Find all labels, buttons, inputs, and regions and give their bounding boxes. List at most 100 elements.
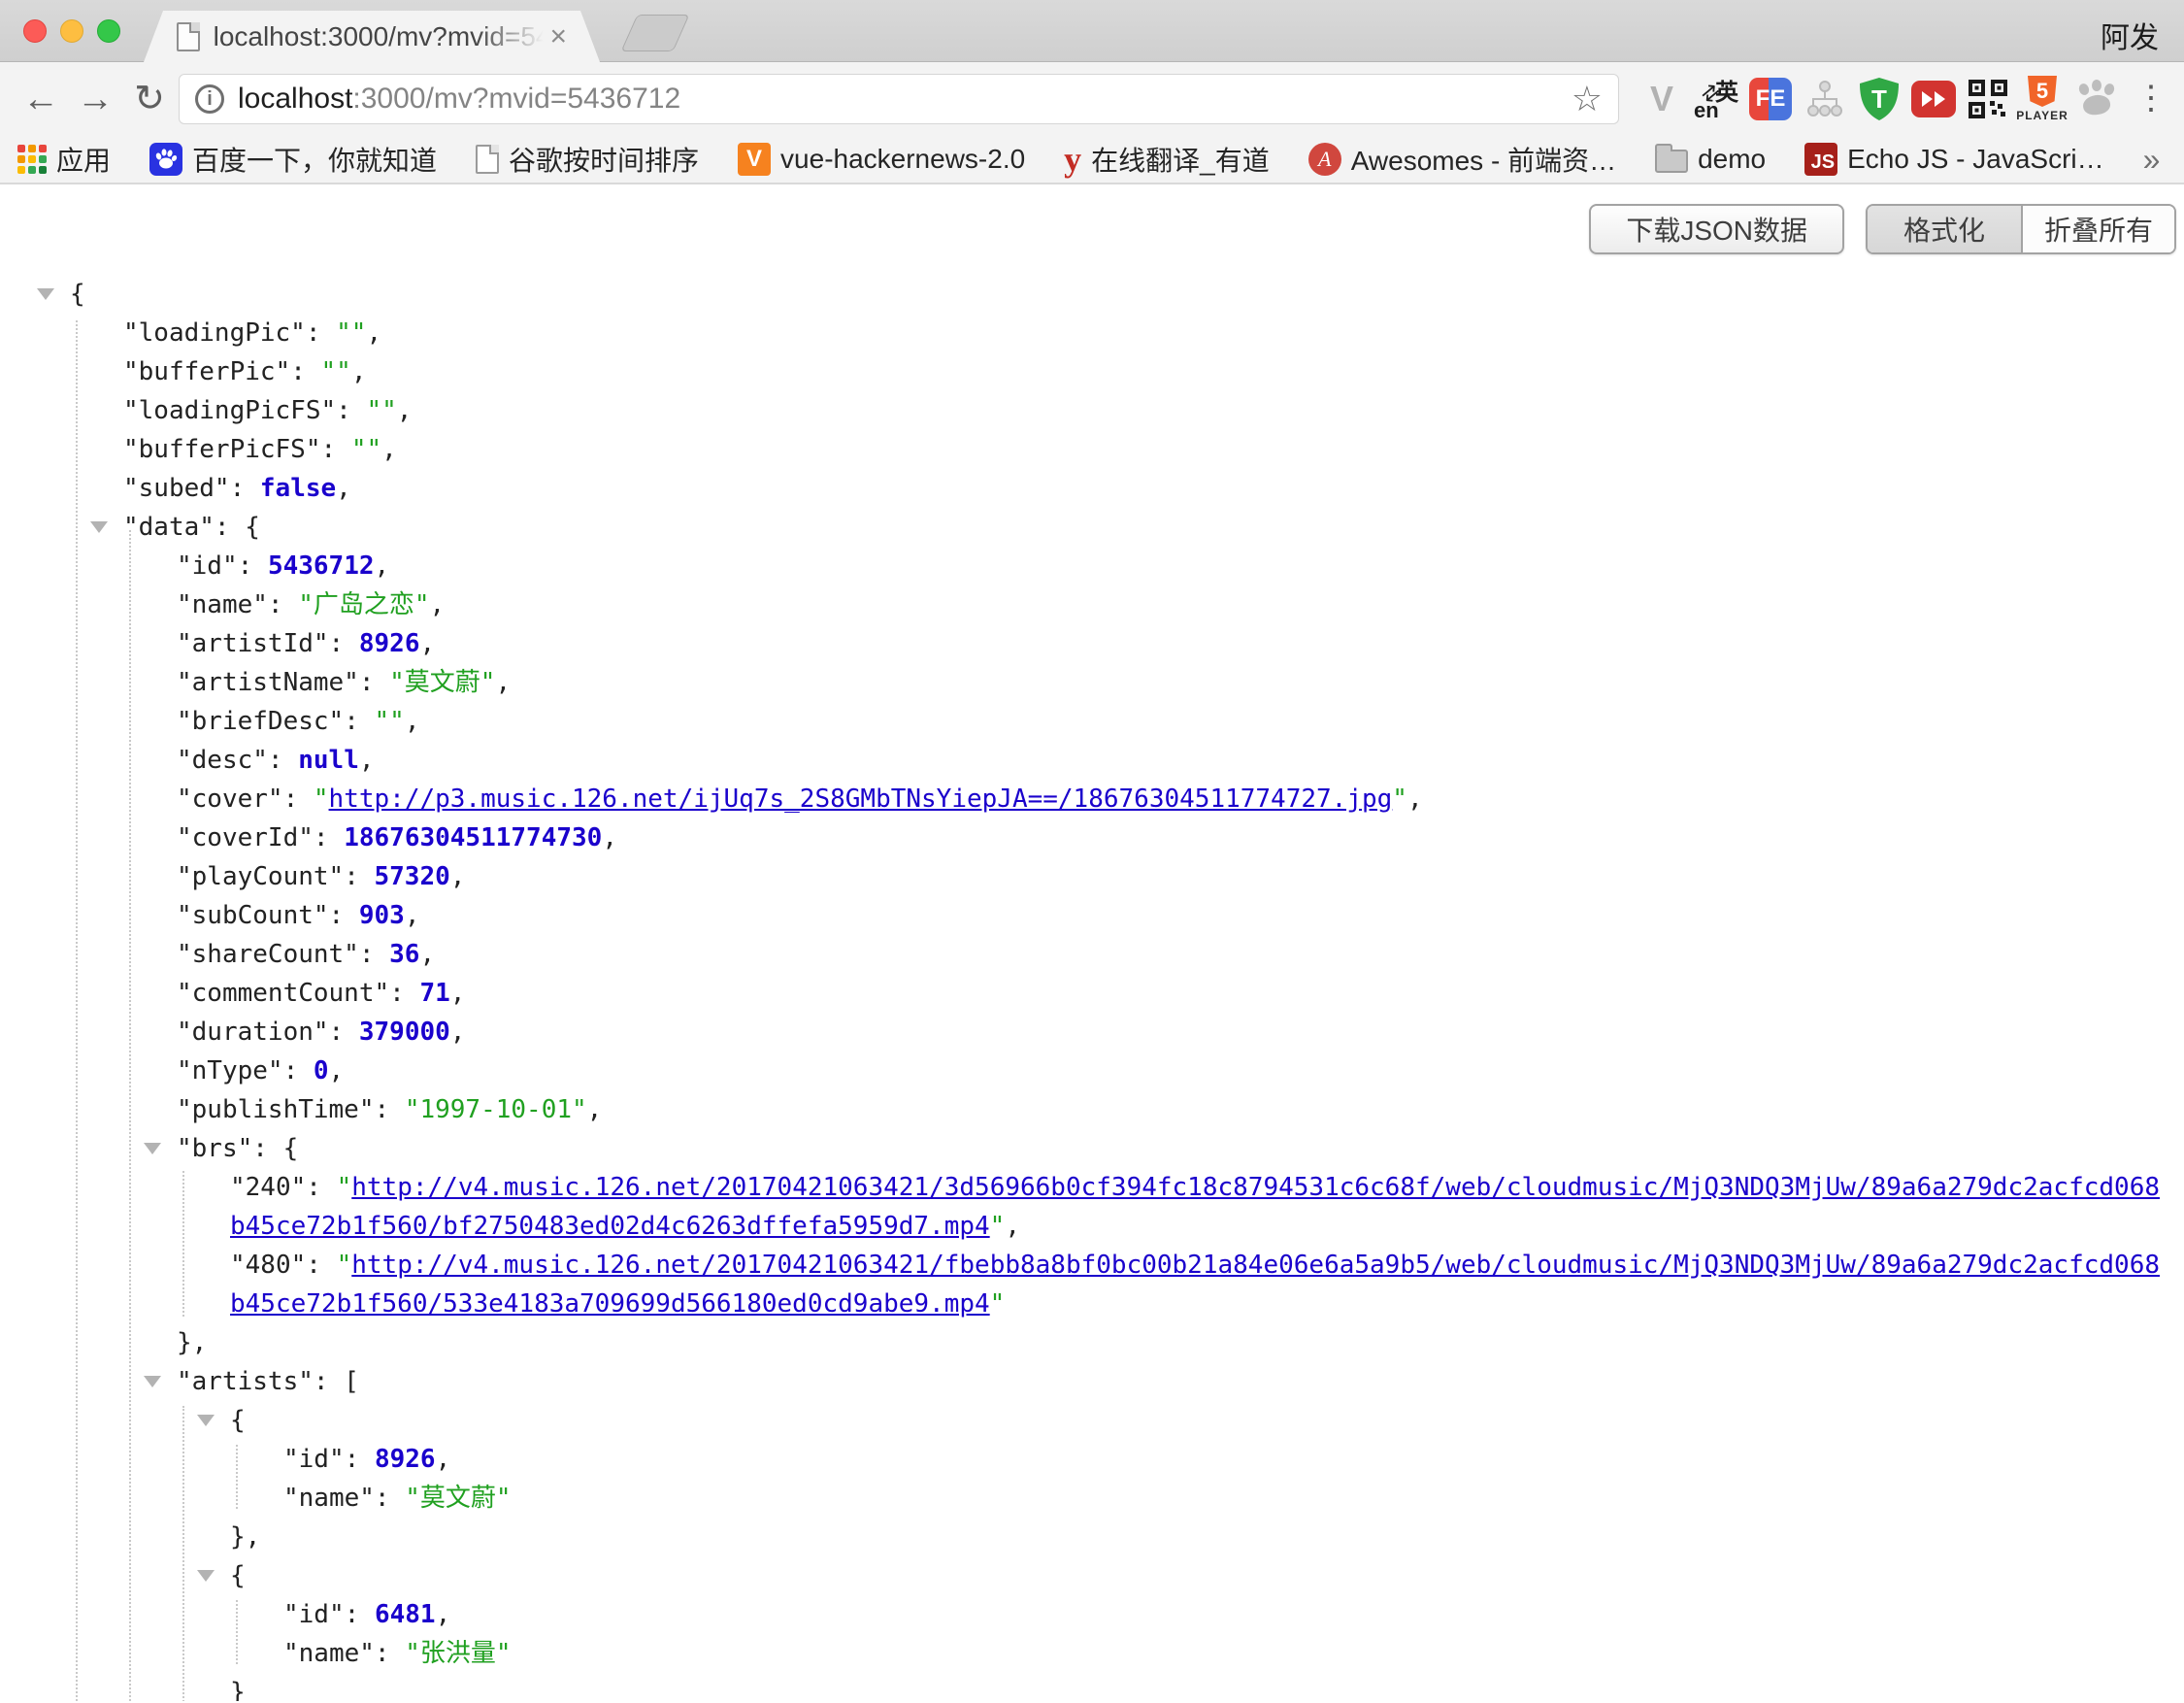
json-link[interactable]: http://v4.music.126.net/20170421063421/3…	[230, 1173, 2160, 1241]
json-token: ,	[450, 1018, 466, 1047]
json-token: "莫文蔚"	[405, 1484, 511, 1513]
json-token: ,	[329, 1056, 345, 1085]
json-token: ,	[405, 707, 420, 736]
json-link[interactable]: http://v4.music.126.net/20170421063421/f…	[230, 1251, 2160, 1319]
video-download-icon[interactable]	[1906, 72, 1961, 126]
bookmark-google-sort[interactable]: 谷歌按时间排序	[476, 140, 699, 179]
json-line: "coverId": 18676304511774730,	[0, 818, 2172, 857]
json-token: "data"	[123, 513, 215, 542]
json-token: "artists"	[177, 1367, 314, 1396]
browser-tab[interactable]: localhost:3000/mv?mvid=5436 ×	[144, 11, 600, 62]
youdao-y-icon: y	[1064, 142, 1081, 177]
page-content: 下载JSON数据 格式化 折叠所有 {"loadingPic": "","buf…	[0, 184, 2184, 1701]
qrcode-extension-icon[interactable]	[1961, 72, 2015, 126]
forward-icon[interactable]: →	[68, 81, 122, 117]
json-token: "subCount"	[177, 901, 329, 930]
chrome-menu-icon[interactable]: ⋮	[2124, 72, 2178, 126]
json-token: "playCount"	[177, 862, 344, 891]
translate-extension-icon[interactable]: 英 ⇄ en	[1689, 72, 1743, 126]
url-path: :3000/mv?mvid=5436712	[352, 83, 680, 115]
clapper-icon: ▰	[2012, 80, 2026, 100]
json-line: "artists": [	[0, 1362, 2172, 1401]
json-token: :	[329, 901, 359, 930]
new-tab-button[interactable]	[621, 15, 690, 51]
back-icon[interactable]: ←	[14, 81, 68, 117]
json-token: {	[230, 1406, 246, 1435]
json-token: :	[344, 707, 374, 736]
collapse-triangle-icon[interactable]	[197, 1570, 215, 1582]
json-token: "	[990, 1289, 1006, 1319]
json-token: 36	[389, 940, 419, 969]
json-token: 379000	[359, 1018, 450, 1047]
bookmark-demo[interactable]: demo	[1655, 144, 1766, 175]
tab-close-icon[interactable]: ×	[549, 22, 567, 51]
bookmark-baidu[interactable]: 百度一下，你就知道	[149, 140, 437, 179]
json-token: ,	[405, 901, 420, 930]
json-token: 71	[419, 979, 449, 1008]
reload-icon[interactable]: ↻	[122, 81, 177, 117]
extension-icons-row: V 英 ⇄ en FE T	[1635, 72, 2178, 126]
json-token: ""	[375, 707, 405, 736]
fe-extension-icon[interactable]: FE	[1743, 72, 1798, 126]
json-token: "id"	[283, 1445, 345, 1474]
bookmark-echojs[interactable]: JS Echo JS - JavaScri…	[1804, 143, 2104, 176]
json-token: :	[375, 1639, 405, 1668]
collapse-triangle-icon[interactable]	[90, 521, 108, 533]
bookmark-awesomes[interactable]: A Awesomes - 前端资…	[1308, 140, 1616, 179]
sitemap-extension-icon[interactable]	[1798, 72, 1852, 126]
bookmarks-overflow-icon[interactable]: »	[2143, 142, 2161, 178]
json-token: :	[321, 435, 351, 464]
json-token: :	[268, 590, 298, 619]
json-line: "bufferPicFS": "",	[0, 430, 2172, 469]
json-token: "loadingPicFS"	[123, 396, 336, 425]
json-line: "id": 8926,	[0, 1440, 2172, 1479]
awesomes-a-icon: A	[1308, 143, 1341, 176]
json-line: "id": 5436712,	[0, 547, 2172, 585]
collapse-triangle-icon[interactable]	[37, 288, 54, 300]
json-token: 5436712	[268, 551, 375, 581]
collapse-triangle-icon[interactable]	[144, 1143, 161, 1154]
bookmark-vue-hackernews[interactable]: V vue-hackernews-2.0	[738, 143, 1025, 176]
json-token: ,	[450, 979, 466, 1008]
json-token: "loadingPic"	[123, 318, 306, 348]
json-line: "artistId": 8926,	[0, 624, 2172, 663]
json-line: {	[0, 1401, 2172, 1440]
bookmark-apps[interactable]: 应用	[17, 140, 111, 179]
json-token: "nType"	[177, 1056, 283, 1085]
collapse-triangle-icon[interactable]	[197, 1415, 215, 1426]
json-token: ,	[436, 1600, 451, 1629]
json-token: ,	[375, 551, 390, 581]
close-window-button[interactable]	[23, 19, 47, 43]
json-token: :	[238, 551, 268, 581]
json-token: ,	[381, 435, 397, 464]
collapse-triangle-icon[interactable]	[144, 1376, 161, 1387]
bookmark-youdao[interactable]: y 在线翻译_有道	[1064, 140, 1270, 179]
json-token: 0	[314, 1056, 329, 1085]
vue-devtools-icon[interactable]: V	[1635, 72, 1689, 126]
json-token: :	[268, 746, 298, 775]
json-token: ,	[419, 629, 435, 658]
bookmark-star-icon[interactable]: ☆	[1572, 82, 1603, 117]
json-token: ,	[366, 318, 381, 348]
json-line: "briefDesc": "",	[0, 702, 2172, 741]
json-token: "commentCount"	[177, 979, 389, 1008]
url-bar[interactable]: i localhost:3000/mv?mvid=5436712 ☆	[179, 74, 1619, 124]
json-token: :	[329, 1018, 359, 1047]
json-token: ,	[336, 474, 351, 503]
tampermonkey-shield-icon[interactable]: T	[1852, 72, 1906, 126]
page-info-icon[interactable]: i	[195, 84, 224, 114]
json-line: "nType": 0,	[0, 1052, 2172, 1090]
minimize-window-button[interactable]	[60, 19, 83, 43]
profile-name[interactable]: 阿发	[2101, 14, 2159, 56]
json-token: :	[329, 629, 359, 658]
zoom-window-button[interactable]	[97, 19, 120, 43]
json-token: "name"	[283, 1484, 375, 1513]
json-token: ,	[436, 1445, 451, 1474]
json-token: false	[260, 474, 336, 503]
json-line: {	[0, 1556, 2172, 1595]
html5-player-extension-icon[interactable]: ▰5 PLAYER	[2015, 72, 2069, 126]
paw-extension-icon[interactable]	[2069, 72, 2124, 126]
json-token: }	[230, 1678, 246, 1701]
url-text[interactable]: localhost:3000/mv?mvid=5436712	[238, 83, 680, 116]
json-link[interactable]: http://p3.music.126.net/ijUq7s_2S8GMbTNs…	[329, 785, 1393, 814]
